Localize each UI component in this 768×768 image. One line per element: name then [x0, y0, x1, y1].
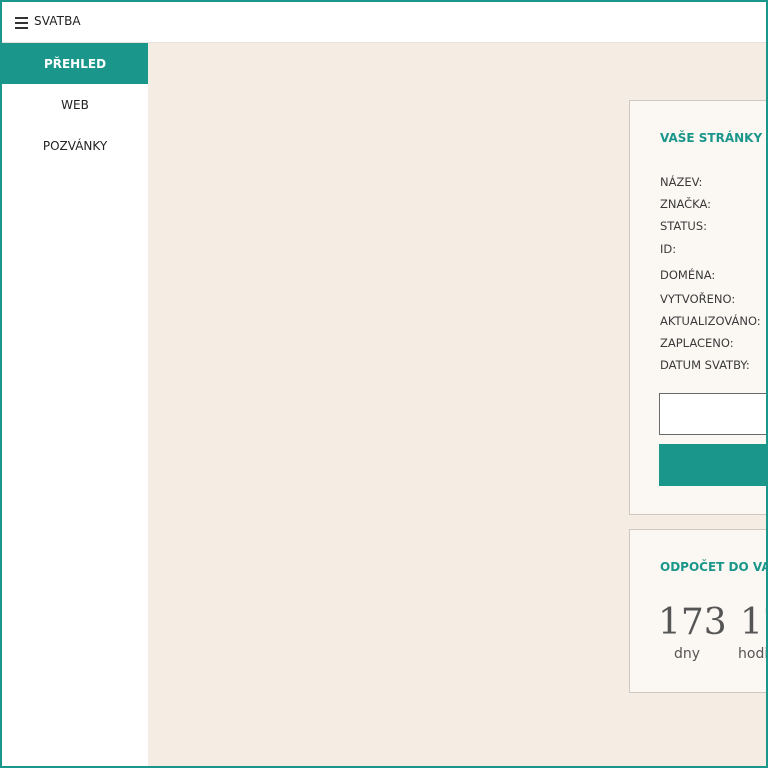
field-label-vytvoreno: VYTVOŘENO:: [660, 292, 736, 306]
hamburger-menu-icon[interactable]: [14, 15, 32, 29]
site-card-title: VAŠE STRÁNKY: [660, 131, 763, 145]
field-label-znacka: ZNAČKA:: [660, 197, 712, 211]
top-bar: SVATBA: [2, 2, 766, 43]
field-label-zaplaceno: ZAPLACENO:: [660, 336, 734, 350]
countdown-days-label: dny: [674, 646, 701, 662]
app-title: SVATBA: [34, 14, 81, 28]
countdown-card: ODPOČET DO VAS 173 dny 17 hodi: [629, 529, 768, 693]
primary-action-button[interactable]: [659, 444, 766, 486]
countdown-card-title: ODPOČET DO VAS: [660, 560, 768, 574]
field-label-id: ID:: [660, 242, 677, 256]
field-label-status: STATUS:: [660, 219, 708, 233]
sidebar-item-prehled[interactable]: PŘEHLED: [2, 43, 148, 84]
site-input-field[interactable]: [659, 393, 766, 435]
app-window: SVATBA PŘEHLED WEB POZVÁNKY VAŠE STRÁNKY…: [0, 0, 768, 768]
sidebar: PŘEHLED WEB POZVÁNKY: [2, 43, 148, 766]
countdown-days-value: 173: [658, 602, 727, 643]
field-label-nazev: NÁZEV:: [660, 175, 703, 189]
field-label-aktualizovano: AKTUALIZOVÁNO:: [660, 314, 761, 328]
countdown-hours-value: 17: [740, 602, 766, 643]
field-label-datum-svatby: DATUM SVATBY:: [660, 358, 750, 372]
site-info-card: VAŠE STRÁNKY NÁZEV: ZNAČKA: STATUS: ID: …: [629, 100, 766, 515]
countdown-hours-label: hodi: [738, 646, 768, 662]
field-label-domena: DOMÉNA:: [660, 268, 716, 282]
sidebar-item-pozvanky[interactable]: POZVÁNKY: [2, 125, 148, 166]
sidebar-item-web[interactable]: WEB: [2, 84, 148, 125]
